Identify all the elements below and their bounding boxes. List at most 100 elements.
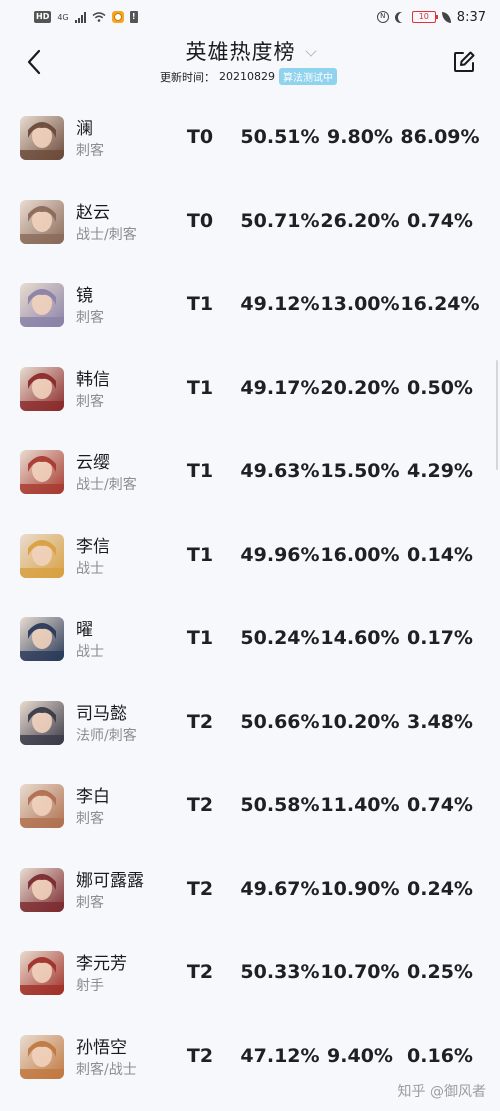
hero-tier: T2 (186, 794, 214, 816)
hero-name: 曜 (76, 620, 93, 640)
hero-name: 澜 (76, 119, 93, 139)
hero-row[interactable]: 娜可露露 刺客 T2 49.67% 10.90% 0.24% (0, 848, 500, 932)
hero-avatar (20, 366, 64, 411)
update-info: 更新时间： 20210829 算法测试中 (160, 68, 337, 85)
pick-rate: 16.00% (320, 543, 400, 566)
status-left: HD 4G ! (34, 11, 138, 23)
clock: 8:37 (456, 9, 486, 25)
win-rate: 50.51% (240, 126, 320, 148)
hero-avatar (20, 617, 64, 661)
hero-name: 赵云 (76, 202, 110, 223)
win-rate: 49.63% (240, 460, 320, 482)
hero-avatar (20, 116, 64, 160)
hero-row[interactable]: 澜刺客 T0 50.51% 9.80% 86.09% (0, 96, 500, 180)
win-rate: 50.33% (240, 961, 320, 983)
chevron-down-icon (304, 45, 317, 57)
network-type: 4G (57, 12, 69, 22)
hero-avatar (20, 199, 64, 244)
win-rate: 49.67% (240, 877, 320, 900)
page-title: 英雄热度榜 (185, 40, 296, 64)
hero-role: 法师/刺客 (76, 727, 137, 744)
battery-icon: 10 (411, 11, 438, 23)
hero-role: 战士 (76, 560, 104, 577)
app-notification-icon (111, 11, 124, 23)
hero-role: 战士/刺客 (76, 477, 137, 493)
ban-rate: 4.29% (407, 460, 473, 482)
win-rate: 49.12% (240, 293, 320, 315)
hero-name: 镜 (76, 286, 93, 306)
win-rate: 49.96% (240, 543, 320, 566)
hero-row[interactable]: 曜战士 T1 50.24% 14.60% 0.17% (0, 597, 500, 681)
hero-tier: T1 (186, 293, 214, 315)
hero-avatar (20, 450, 64, 494)
hero-name: 司马懿 (76, 703, 127, 724)
pick-rate: 26.20% (320, 209, 400, 232)
hd-badge: HD (34, 11, 52, 23)
pick-rate: 10.20% (320, 710, 400, 733)
wifi-icon (92, 12, 106, 22)
hero-row[interactable]: 赵云 战士/刺客 T0 50.71% 26.20% 0.74% (0, 180, 500, 264)
hero-name: 李元芳 (76, 954, 127, 974)
hero-tier: T1 (186, 460, 214, 482)
pick-rate: 9.40% (327, 1044, 393, 1067)
hero-row[interactable]: 李白 刺客 T2 50.58% 11.40% 0.74% (0, 764, 500, 848)
scrollbar[interactable] (496, 360, 498, 470)
hero-role: 战士 (76, 644, 104, 660)
hero-row[interactable]: 司马懿 法师/刺客 T2 50.66% 10.20% 3.48% (0, 681, 500, 765)
nfc-icon: N (376, 11, 389, 23)
hero-tier: T2 (186, 877, 214, 900)
moon-icon (398, 12, 409, 23)
hero-tier: T1 (186, 376, 214, 399)
win-rate: 50.71% (240, 209, 320, 232)
hero-role: 战士/刺客 (76, 226, 137, 243)
ban-rate: 0.16% (407, 1044, 473, 1067)
win-rate: 50.24% (240, 627, 320, 649)
edit-button[interactable] (452, 50, 476, 74)
pick-rate: 9.80% (327, 126, 393, 148)
hero-tier: T2 (186, 710, 214, 733)
hero-row[interactable]: 李元芳射手 T2 50.33% 10.70% 0.25% (0, 931, 500, 1015)
ban-rate: 0.74% (407, 794, 473, 816)
hero-tier: T1 (186, 627, 214, 649)
status-right: N 10 8:37 (376, 9, 486, 25)
hero-avatar (20, 700, 64, 745)
hero-tier: T0 (186, 209, 214, 232)
pick-rate: 13.00% (320, 293, 400, 315)
update-label: 更新时间： (160, 70, 215, 84)
ban-rate: 0.25% (407, 961, 473, 983)
signal-icon (74, 11, 86, 23)
hero-tier: T2 (186, 961, 214, 983)
hero-row[interactable]: 韩信 刺客 T1 49.17% 20.20% 0.50% (0, 347, 500, 431)
hero-avatar (20, 867, 64, 912)
pick-rate: 20.20% (320, 376, 400, 399)
hero-row[interactable]: 镜刺客 T1 49.12% 13.00% 16.24% (0, 263, 500, 347)
ban-rate: 86.09% (400, 126, 480, 148)
edit-icon (454, 51, 475, 72)
warning-icon: ! (129, 11, 138, 23)
win-rate: 47.12% (240, 1044, 320, 1067)
hero-role: 射手 (76, 978, 104, 994)
hero-tier: T2 (186, 1044, 214, 1067)
pick-rate: 10.70% (320, 961, 400, 983)
hero-row[interactable]: 云缨 战士/刺客 T1 49.63% 15.50% 4.29% (0, 430, 500, 514)
hero-tier: T0 (186, 126, 214, 148)
hero-avatar (20, 784, 64, 828)
watermark: 知乎 @御风者 (397, 1084, 486, 1100)
ban-rate: 0.14% (407, 543, 473, 566)
pick-rate: 15.50% (320, 460, 400, 482)
hero-avatar (20, 1034, 64, 1079)
hero-role: 刺客 (76, 894, 104, 911)
hero-avatar (20, 951, 64, 995)
ban-rate: 0.24% (407, 877, 473, 900)
pick-rate: 14.60% (320, 627, 400, 649)
hero-role: 刺客 (76, 143, 104, 159)
hero-list: 澜刺客 T0 50.51% 9.80% 86.09% 赵云战士/刺客 T0 50.71% 26.… (0, 96, 500, 1098)
hero-avatar (20, 283, 64, 327)
hero-row[interactable]: 李信 战士 T1 49.96% 16.00% 0.14% (0, 514, 500, 598)
update-date: 20210829 (219, 70, 275, 83)
title-area[interactable]: 英雄热度榜 (0, 36, 500, 66)
hero-role: 刺客/战士 (76, 1061, 137, 1078)
pick-rate: 11.40% (320, 794, 400, 816)
ban-rate: 16.24% (400, 293, 480, 315)
pick-rate: 10.90% (320, 877, 400, 900)
